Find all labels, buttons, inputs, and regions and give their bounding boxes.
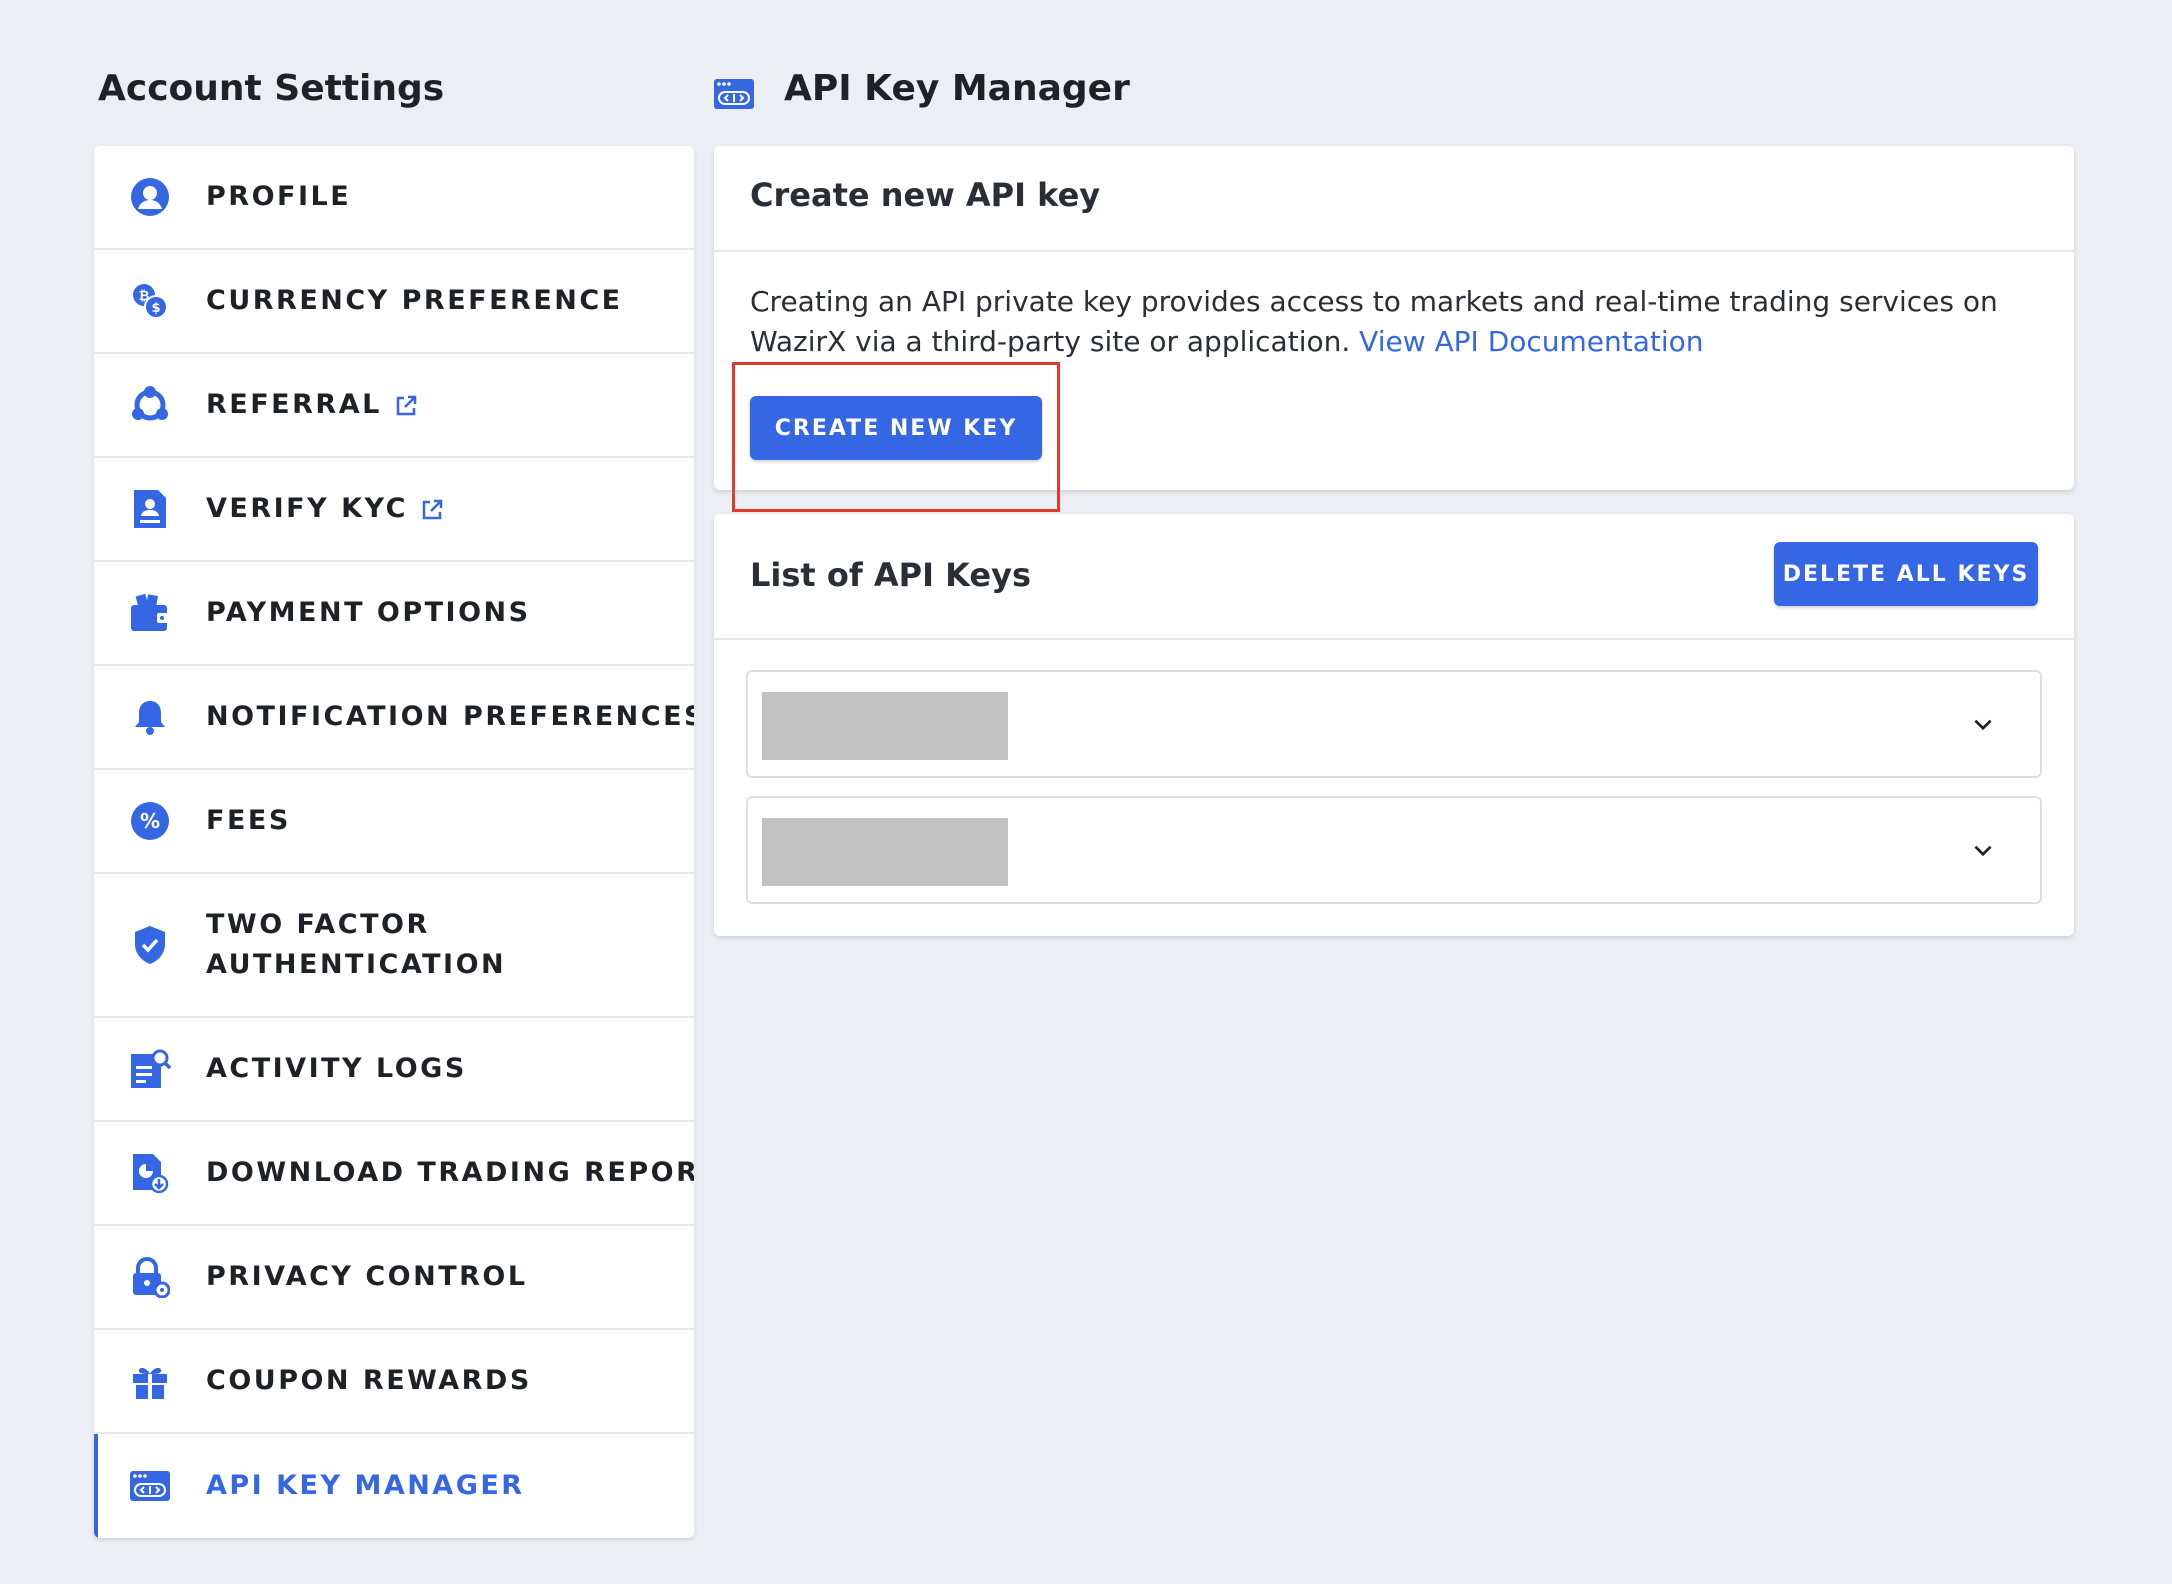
redacted-key-name xyxy=(762,692,1008,760)
sidebar-item-label: FEES xyxy=(206,805,291,836)
sidebar-item-label: NOTIFICATION PREFERENCES xyxy=(206,701,694,732)
profile-icon xyxy=(128,175,172,219)
svg-text:$: $ xyxy=(151,301,160,316)
divider xyxy=(714,638,2074,640)
sidebar-item-label: REFERRAL xyxy=(206,385,674,425)
activity-log-icon xyxy=(128,1047,172,1091)
view-api-documentation-link[interactable]: View API Documentation xyxy=(1359,325,1703,358)
api-key-icon xyxy=(128,1464,172,1508)
report-download-icon xyxy=(128,1151,172,1195)
sidebar-item-api-key-manager[interactable]: API KEY MANAGER xyxy=(94,1434,694,1538)
create-api-key-description: Creating an API private key provides acc… xyxy=(750,285,1998,358)
sidebar-item-profile[interactable]: PROFILE xyxy=(94,146,694,250)
sidebar-item-label: PRIVACY CONTROL xyxy=(206,1261,528,1292)
sidebar-item-label: COUPON REWARDS xyxy=(206,1365,532,1396)
sidebar-item-label: API KEY MANAGER xyxy=(206,1470,525,1501)
account-settings-heading: Account Settings xyxy=(98,68,445,109)
shield-check-icon xyxy=(128,923,172,967)
sidebar-item-label: VERIFY KYC xyxy=(206,489,674,529)
bell-icon xyxy=(128,695,172,739)
chevron-down-icon[interactable] xyxy=(1970,838,1996,864)
referral-icon xyxy=(128,383,172,427)
sidebar-item-download-trading-report[interactable]: DOWNLOAD TRADING REPORT xyxy=(94,1122,694,1226)
api-keys-list-title: List of API Keys xyxy=(750,556,1031,594)
lock-gear-icon xyxy=(128,1255,172,1299)
divider xyxy=(714,250,2074,252)
kyc-document-icon xyxy=(128,487,172,531)
sidebar-item-label: DOWNLOAD TRADING REPORT xyxy=(206,1157,694,1188)
sidebar-item-coupon-rewards[interactable]: COUPON REWARDS xyxy=(94,1330,694,1434)
wallet-icon xyxy=(128,591,172,635)
sidebar-item-payment-options[interactable]: PAYMENT OPTIONS xyxy=(94,562,694,666)
sidebar-item-label: ACTIVITY LOGS xyxy=(206,1053,467,1084)
sidebar-item-label: PAYMENT OPTIONS xyxy=(206,597,531,628)
api-key-icon xyxy=(712,78,756,110)
sidebar-item-label: CURRENCY PREFERENCE xyxy=(206,285,623,316)
settings-sidebar: PROFILE ₿ $ CURRENCY PREFERENCE REFERRAL … xyxy=(94,146,694,1538)
external-link-icon xyxy=(422,499,443,519)
redacted-key-name xyxy=(762,818,1008,886)
delete-all-keys-button[interactable]: DELETE ALL KEYS xyxy=(1774,542,2038,606)
sidebar-item-fees[interactable]: % FEES xyxy=(94,770,694,874)
sidebar-item-privacy-control[interactable]: PRIVACY CONTROL xyxy=(94,1226,694,1330)
percent-icon: % xyxy=(128,799,172,843)
create-api-key-title: Create new API key xyxy=(750,176,1101,214)
api-key-row[interactable] xyxy=(746,670,2042,778)
highlight-box xyxy=(732,362,1060,512)
sidebar-item-verify-kyc[interactable]: VERIFY KYC xyxy=(94,458,694,562)
external-link-icon xyxy=(396,395,417,415)
sidebar-item-label: PROFILE xyxy=(206,181,352,212)
svg-text:%: % xyxy=(140,809,160,833)
api-keys-list-card: List of API Keys DELETE ALL KEYS xyxy=(714,514,2074,936)
sidebar-item-two-factor-authentication[interactable]: TWO FACTOR AUTHENTICATION xyxy=(94,874,694,1018)
sidebar-item-notification-preferences[interactable]: NOTIFICATION PREFERENCES xyxy=(94,666,694,770)
chevron-down-icon[interactable] xyxy=(1970,712,1996,738)
sidebar-item-label: TWO FACTOR AUTHENTICATION xyxy=(206,909,507,980)
sidebar-item-currency-preference[interactable]: ₿ $ CURRENCY PREFERENCE xyxy=(94,250,694,354)
gift-icon xyxy=(128,1359,172,1403)
sidebar-item-referral[interactable]: REFERRAL xyxy=(94,354,694,458)
api-key-row[interactable] xyxy=(746,796,2042,904)
page-title: API Key Manager xyxy=(784,68,1130,109)
currency-icon: ₿ $ xyxy=(128,279,172,323)
sidebar-item-activity-logs[interactable]: ACTIVITY LOGS xyxy=(94,1018,694,1122)
